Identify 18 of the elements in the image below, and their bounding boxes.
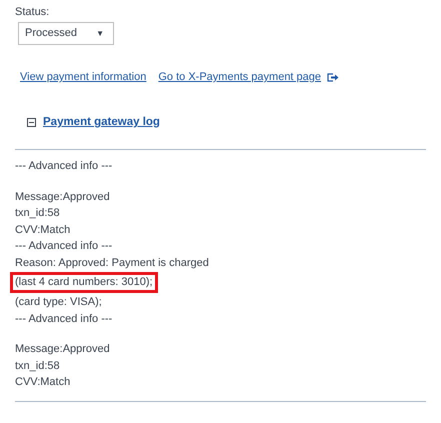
log-line: txn_id:58	[15, 358, 60, 374]
log-line: CVV:Match	[15, 375, 70, 390]
log-line: --- Advanced info ---	[15, 239, 112, 254]
log-line: --- Advanced info ---	[15, 312, 112, 327]
log-line: CVV:Match	[15, 222, 70, 238]
status-dropdown[interactable]: Processed ▼	[18, 22, 114, 45]
log-line: Message:Approved	[15, 190, 110, 205]
log-line: Message:Approved	[15, 342, 110, 358]
log-line: (card type: VISA);	[15, 295, 102, 310]
external-link-icon	[327, 72, 340, 82]
status-label: Status:	[15, 5, 50, 19]
link[interactable]: View payment information	[20, 70, 146, 84]
log-line: --- Advanced info ---	[15, 159, 112, 174]
collapse-toggle[interactable]	[27, 118, 36, 128]
log-line: Reason: Approved: Payment is charged	[15, 256, 209, 271]
log-line: txn_id:58	[15, 206, 60, 222]
link[interactable]: Go to X-Payments payment page	[158, 70, 322, 84]
log-title-link[interactable]: Payment gateway log	[43, 114, 160, 132]
